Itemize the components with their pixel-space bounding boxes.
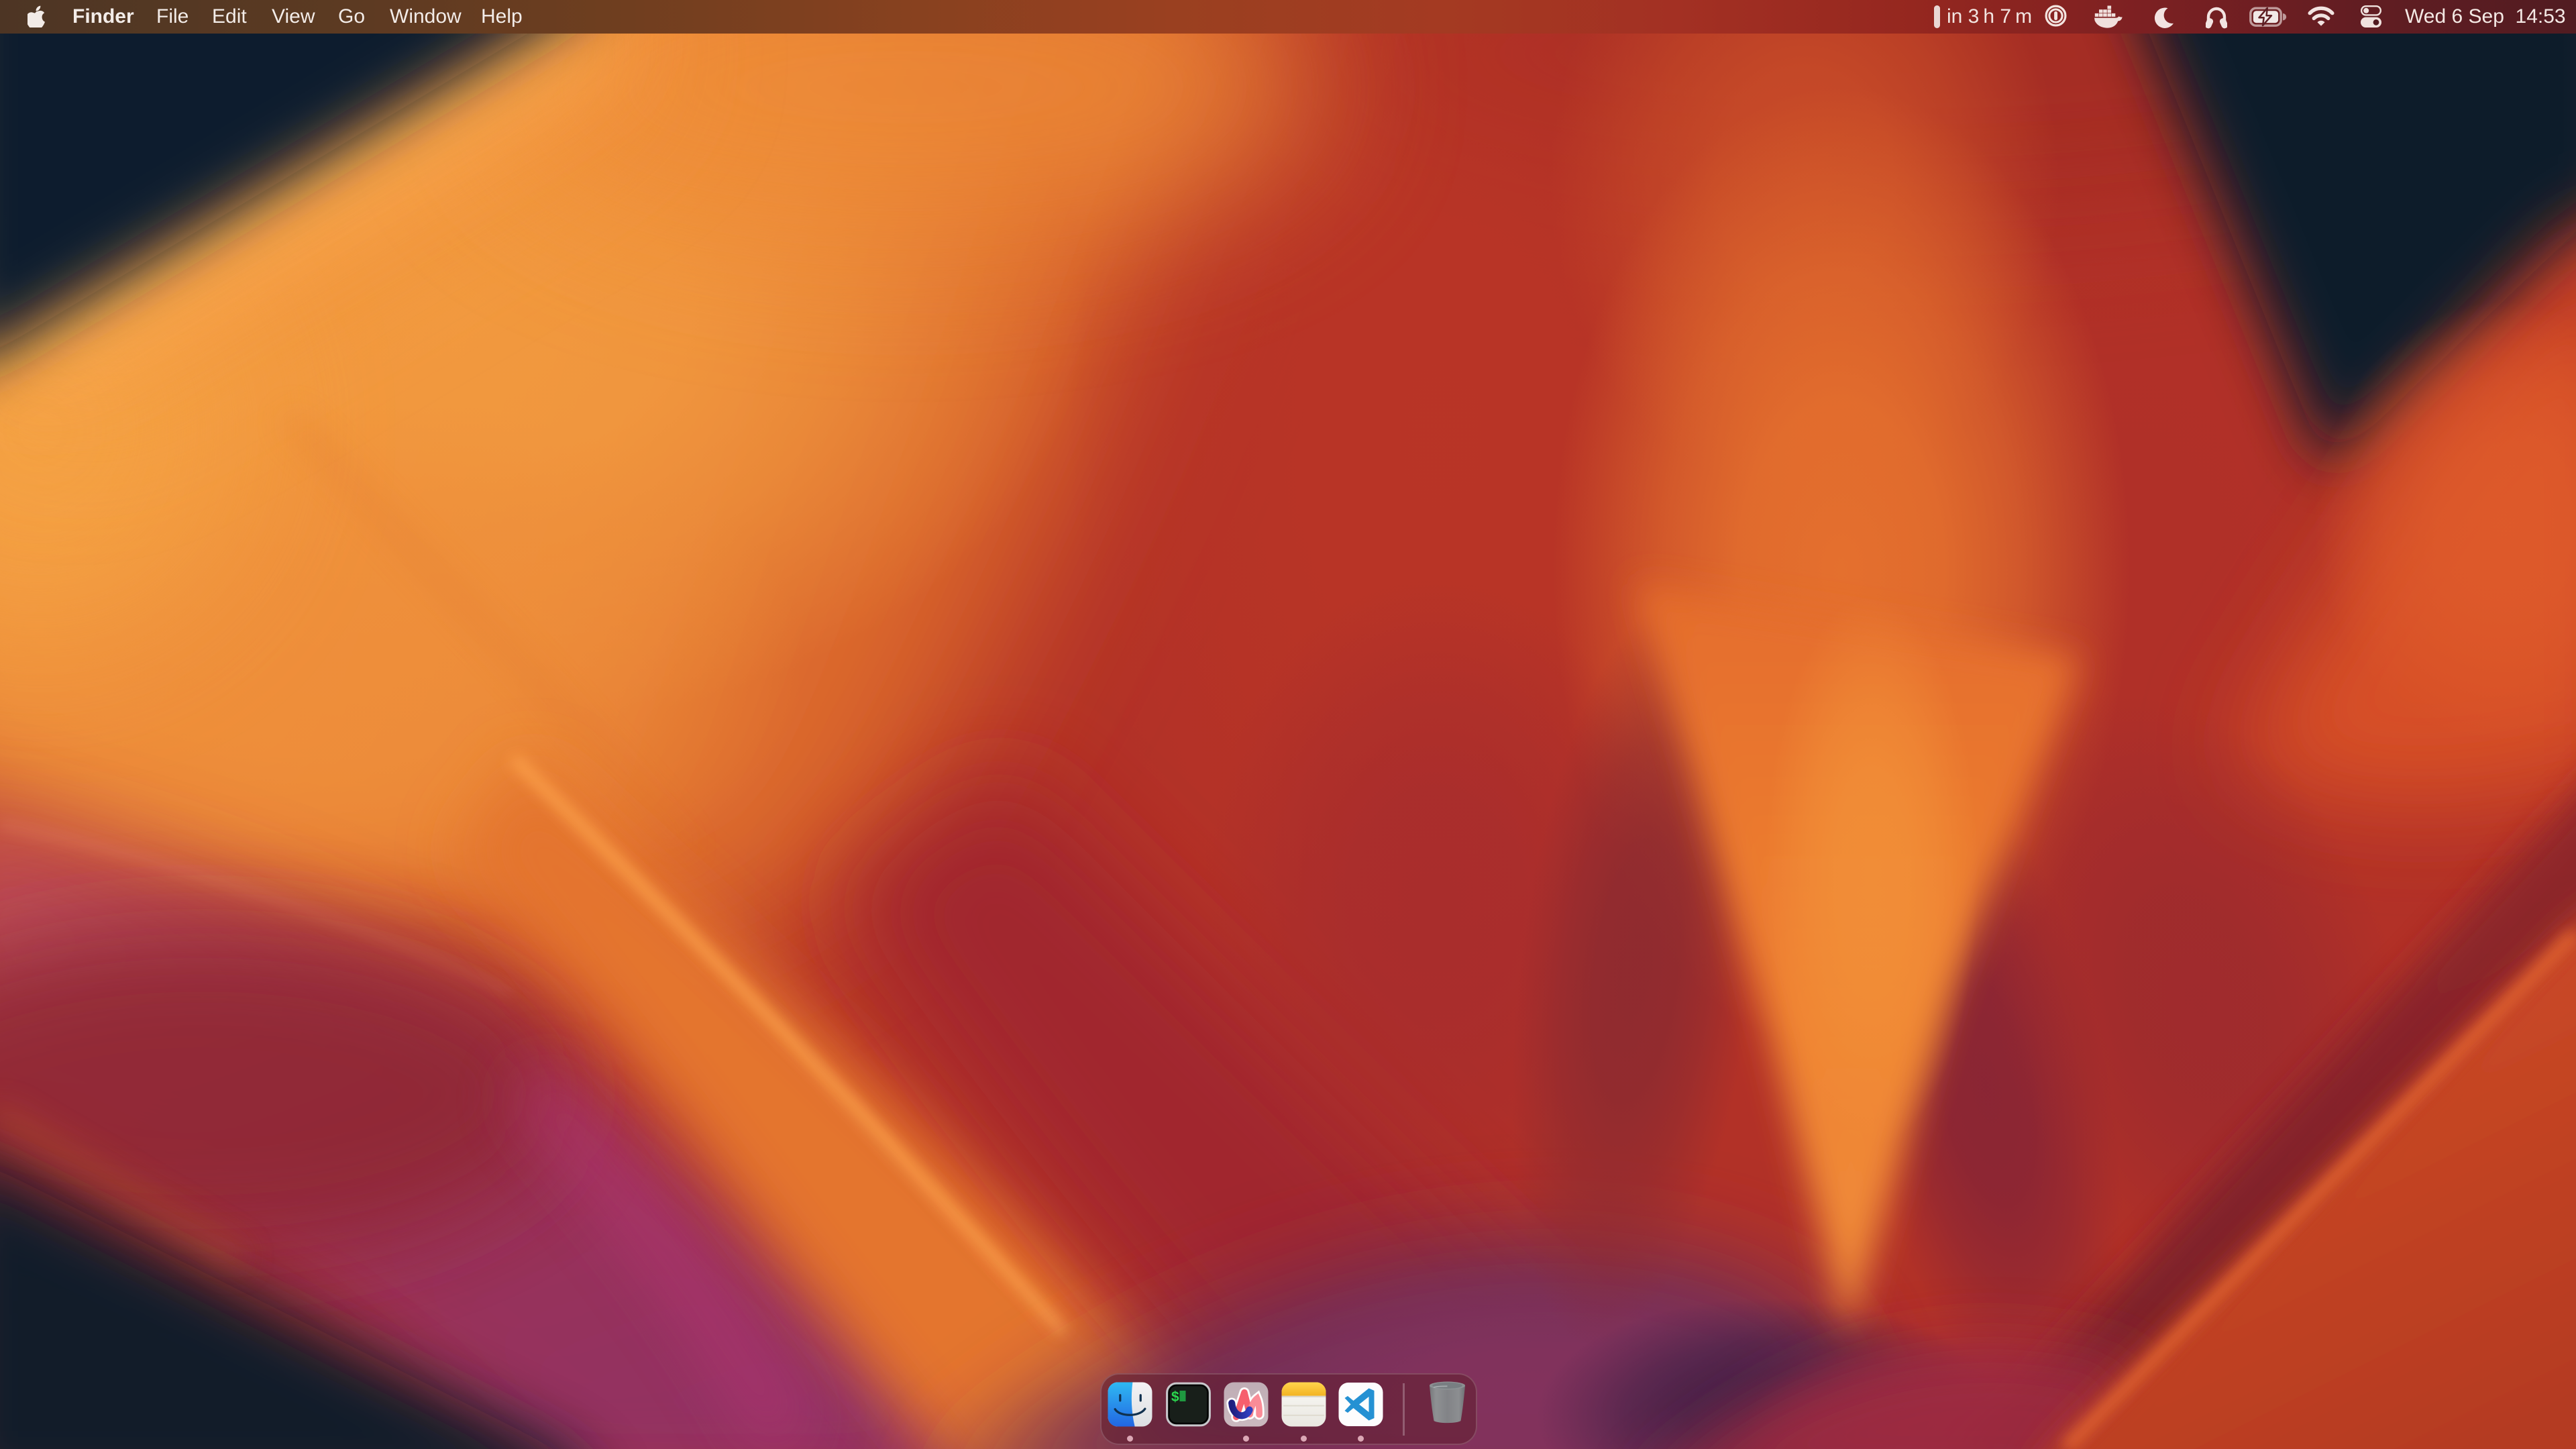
svg-text:$: $ bbox=[1171, 1391, 1180, 1406]
